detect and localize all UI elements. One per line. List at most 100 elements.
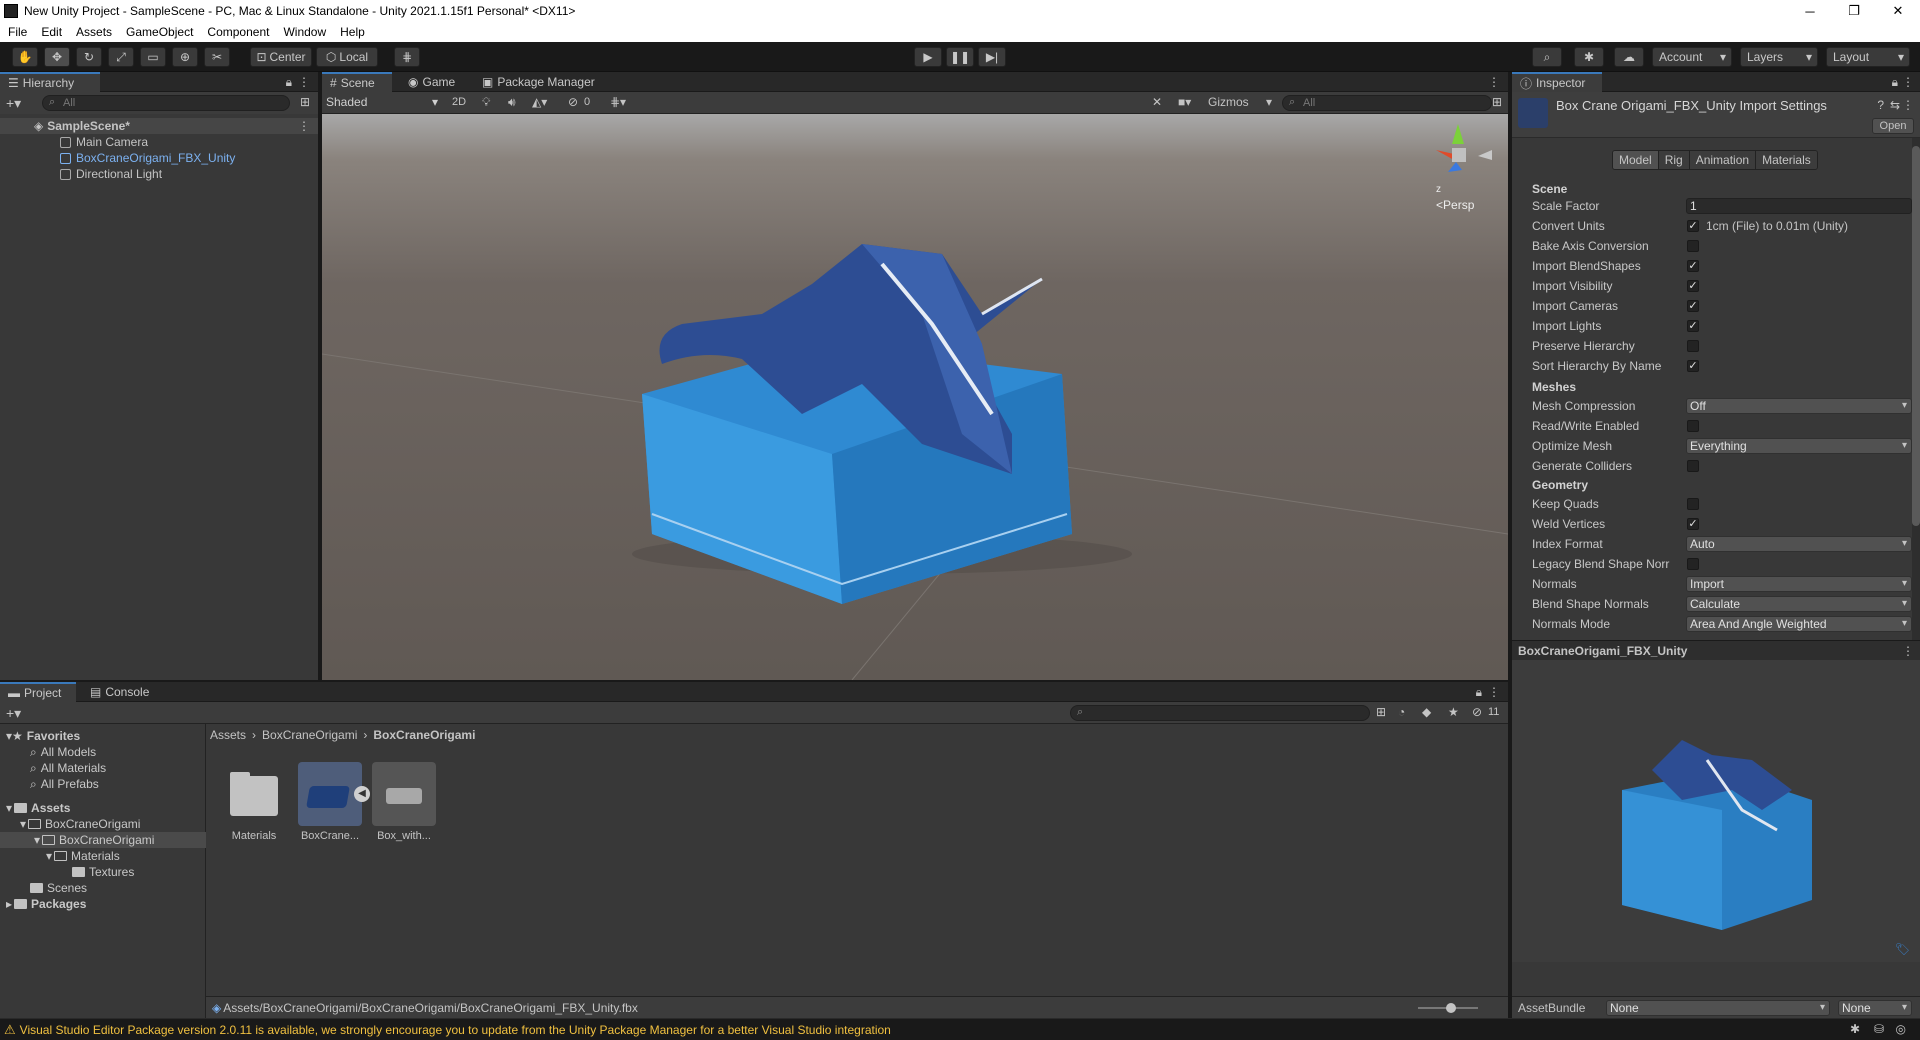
tag-icon[interactable]: ◆ [1422,705,1431,719]
pause-button[interactable]: ❚❚ [946,47,974,67]
open-button[interactable]: Open [1872,118,1914,134]
breadcrumb-assets[interactable]: Assets [210,728,246,742]
project-search-input[interactable]: ⌕ [1070,705,1370,721]
tree-materials[interactable]: ▾ Materials [46,848,120,864]
close-button[interactable]: ✕ [1876,0,1920,22]
slider-handle[interactable] [1446,1003,1456,1013]
menu-file[interactable]: File [8,25,27,39]
tab-rig[interactable]: Rig [1657,151,1689,169]
pivot-center-button[interactable]: ⊡ Center [250,47,312,67]
favorite-all-prefabs[interactable]: ⌕ All Prefabs [30,776,99,792]
maximize-button[interactable]: ❐ [1832,0,1876,22]
asset-bundle-dropdown[interactable]: None [1606,1000,1830,1016]
tab-model[interactable]: Model [1613,151,1658,169]
favorite-all-materials[interactable]: ⌕ All Materials [30,760,106,776]
tab-project[interactable]: ▬ Project [0,682,76,702]
transform-tool-icon[interactable]: ⊕ [172,47,198,67]
legacy-blend-checkbox[interactable] [1687,558,1699,570]
import-blendshapes-checkbox[interactable]: ✓ [1687,260,1699,272]
hierarchy-item-boxcrane[interactable]: BoxCraneOrigami_FBX_Unity [0,150,235,166]
search-icon[interactable]: ⌕ [1532,47,1562,67]
search-by-type-icon[interactable]: ⊞ [1376,705,1386,719]
tools-icon[interactable]: ✕ [1152,95,1162,109]
scale-tool-icon[interactable]: ⤢ [108,47,134,67]
packages-root[interactable]: ▸ Packages [6,896,86,912]
preset-icon[interactable]: ⇆ [1890,98,1900,112]
tab-inspector[interactable]: ⓘ Inspector [1512,72,1602,92]
menu-window[interactable]: Window [283,25,326,39]
keep-quads-checkbox[interactable] [1687,498,1699,510]
optimize-mesh-dropdown[interactable]: Everything [1686,438,1912,454]
hidden-packages-icon[interactable]: ⊘ [1472,705,1482,719]
shading-dropdown[interactable]: Shaded ▾ [324,95,442,111]
tab-scene[interactable]: # Scene [322,72,392,92]
hierarchy-search-input[interactable]: ⌕ All [42,95,290,111]
more-menu-icon[interactable]: ⋮ [1488,685,1500,699]
help-icon[interactable]: ? [1877,98,1884,112]
camera-icon[interactable]: ■▾ [1178,95,1191,109]
cache-icon[interactable]: ⛁ [1874,1022,1884,1036]
asset-box-with[interactable]: Box_with... [368,762,440,842]
normals-dropdown[interactable]: Import [1686,576,1912,592]
layers-dropdown[interactable]: Layers ▾ [1740,47,1818,67]
import-visibility-checkbox[interactable]: ✓ [1687,280,1699,292]
lock-icon[interactable]: 🔒︎ [1476,685,1482,700]
menu-gameobject[interactable]: GameObject [126,25,193,39]
auto-generate-icon[interactable]: ◎ [1896,1022,1906,1036]
lock-icon[interactable]: 🔒︎ [1892,75,1898,90]
audio-icon[interactable]: 🔊︎ [508,95,516,110]
effects-icon[interactable]: ◭▾ [532,95,547,109]
pivot-local-button[interactable]: ⬡ Local [316,47,378,67]
hand-tool-icon[interactable]: ✋ [12,47,38,67]
status-message[interactable]: Visual Studio Editor Package version 2.0… [20,1023,891,1037]
more-menu-icon[interactable]: ⋮ [1902,75,1914,89]
mesh-compression-dropdown[interactable]: Off [1686,398,1912,414]
weld-vertices-checkbox[interactable]: ✓ [1687,518,1699,530]
move-tool-icon[interactable]: ✥ [44,47,70,67]
search-by-label-icon[interactable]: ◔ [1398,705,1405,719]
tab-package-manager[interactable]: ▣ Package Manager [474,72,603,92]
scale-factor-input[interactable]: 1 [1686,198,1912,214]
play-button[interactable]: ▶ [914,47,942,67]
convert-units-checkbox[interactable]: ✓ [1687,220,1699,232]
services-icon[interactable]: ✱ [1574,47,1604,67]
menu-assets[interactable]: Assets [76,25,112,39]
layout-dropdown[interactable]: Layout ▾ [1826,47,1910,67]
favorites-header[interactable]: ▾★ Favorites [6,728,80,744]
import-cameras-checkbox[interactable]: ✓ [1687,300,1699,312]
tab-console[interactable]: ▤ Console [82,682,157,702]
add-icon[interactable]: +▾ [6,95,21,112]
toggle-2d-button[interactable]: 2D [452,96,466,108]
more-menu-icon[interactable]: ⋮ [1902,644,1914,658]
generate-colliders-checkbox[interactable] [1687,460,1699,472]
more-menu-icon[interactable]: ⋮ [1902,98,1914,112]
tab-materials[interactable]: Materials [1755,151,1817,169]
tag-icon[interactable]: 🏷︎ [1895,942,1910,956]
favorite-star-icon[interactable]: ★ [1448,705,1459,719]
lighting-icon[interactable]: 💡︎ [482,95,490,110]
tree-scenes[interactable]: Scenes [30,880,87,896]
add-icon[interactable]: +▾ [6,705,21,722]
hierarchy-item-directional-light[interactable]: Directional Light [0,166,162,182]
scene-filter-icon[interactable]: ⊞ [1492,95,1502,109]
grid-toggle-icon[interactable]: ⋕▾ [610,95,626,109]
asset-materials-folder[interactable]: Materials [218,762,290,842]
asset-boxcrane-fbx[interactable]: ◀ BoxCrane... [294,762,370,842]
tab-animation[interactable]: Animation [1688,151,1756,169]
hidden-objects-icon[interactable]: ⊘ [568,95,578,109]
tree-boxcraneorigami-sub[interactable]: ▾ BoxCraneOrigami [0,832,206,848]
step-button[interactable]: ▶| [978,47,1006,67]
rotate-tool-icon[interactable]: ↻ [76,47,102,67]
more-menu-icon[interactable]: ⋮ [298,75,310,89]
breadcrumb-current[interactable]: BoxCraneOrigami [373,728,475,742]
view-gizmo[interactable]: z <Persp [1422,120,1502,212]
breadcrumb-boxcraneorigami[interactable]: BoxCraneOrigami [262,728,357,742]
more-menu-icon[interactable]: ⋮ [298,119,310,133]
more-menu-icon[interactable]: ⋮ [1488,75,1500,89]
account-dropdown[interactable]: Account ▾ [1652,47,1732,67]
index-format-dropdown[interactable]: Auto [1686,536,1912,552]
custom-tool-icon[interactable]: ✂ [204,47,230,67]
bug-icon[interactable]: ✱ [1850,1022,1860,1036]
preview-area[interactable]: 🏷︎ [1512,660,1920,962]
rect-tool-icon[interactable]: ▭ [140,47,166,67]
